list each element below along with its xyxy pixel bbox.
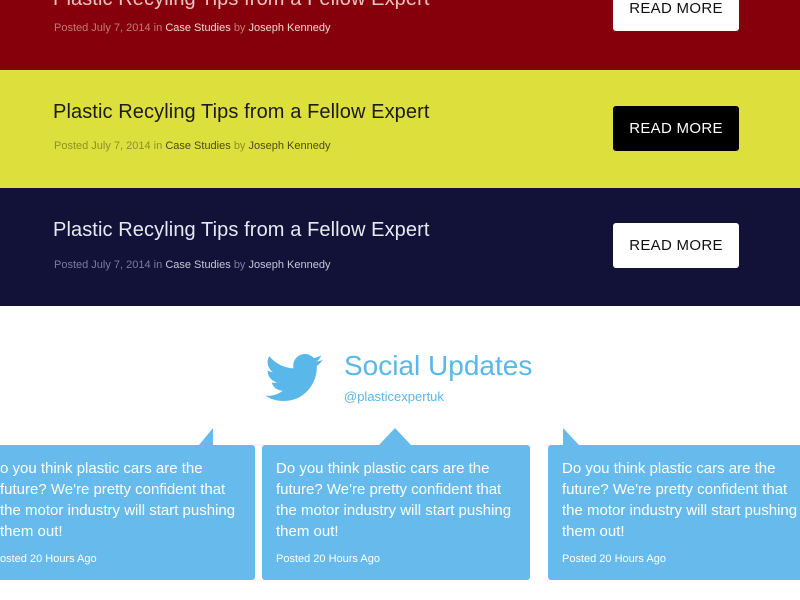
post-date: Posted July 7, 2014 in xyxy=(54,22,163,34)
post-meta: Posted July 7, 2014 in Case Studies by J… xyxy=(54,259,330,271)
social-updates-header: Social Updates @plasticexpertuk xyxy=(265,350,565,410)
read-more-button[interactable]: READ MORE xyxy=(613,223,739,268)
post-author-link[interactable]: Joseph Kennedy xyxy=(249,259,331,271)
post-meta: Posted July 7, 2014 in Case Studies by J… xyxy=(54,140,330,152)
tweet-text: Do you think plastic cars are the future… xyxy=(276,460,512,540)
tweet-card[interactable]: Do you think plastic cars are the future… xyxy=(548,428,800,580)
tweet-card[interactable]: Do you think plastic cars are the future… xyxy=(262,428,530,580)
post-by: by xyxy=(233,259,246,271)
read-more-button[interactable]: READ MORE xyxy=(613,0,739,31)
post-date: Posted July 7, 2014 in xyxy=(54,259,163,271)
post-band-red: Plastic Recyling Tips from a Fellow Expe… xyxy=(0,0,800,70)
post-meta: Posted July 7, 2014 in Case Studies by J… xyxy=(54,22,330,34)
post-by: by xyxy=(233,22,246,34)
post-author-link[interactable]: Joseph Kennedy xyxy=(249,22,331,34)
read-more-button[interactable]: READ MORE xyxy=(613,106,739,151)
post-title[interactable]: Plastic Recyling Tips from a Fellow Expe… xyxy=(53,0,430,11)
post-category-link[interactable]: Case Studies xyxy=(165,259,230,271)
speech-pointer xyxy=(199,428,213,445)
speech-pointer xyxy=(563,428,579,445)
post-author-link[interactable]: Joseph Kennedy xyxy=(249,140,331,152)
tweet-timestamp: Posted 20 Hours Ago xyxy=(562,553,666,565)
tweet-timestamp: Posted 20 Hours Ago xyxy=(276,553,380,565)
speech-pointer xyxy=(379,428,411,445)
twitter-handle-link[interactable]: @plasticexpertuk xyxy=(344,389,444,404)
post-title[interactable]: Plastic Recyling Tips from a Fellow Expe… xyxy=(53,219,430,242)
post-band-navy: Plastic Recyling Tips from a Fellow Expe… xyxy=(0,188,800,306)
tweet-text: Do you think plastic cars are the future… xyxy=(562,460,798,540)
tweet-text: o you think plastic cars are the future?… xyxy=(0,460,236,540)
social-title: Social Updates xyxy=(344,350,533,381)
post-category-link[interactable]: Case Studies xyxy=(165,22,230,34)
post-band-yellow: Plastic Recyling Tips from a Fellow Expe… xyxy=(0,70,800,188)
tweet-card[interactable]: o you think plastic cars are the future?… xyxy=(0,428,255,580)
post-category-link[interactable]: Case Studies xyxy=(165,140,230,152)
twitter-bird-icon xyxy=(265,354,323,402)
post-date: Posted July 7, 2014 in xyxy=(54,140,163,152)
post-title[interactable]: Plastic Recyling Tips from a Fellow Expe… xyxy=(53,101,430,124)
tweet-timestamp: osted 20 Hours Ago xyxy=(0,553,97,565)
post-by: by xyxy=(233,140,246,152)
